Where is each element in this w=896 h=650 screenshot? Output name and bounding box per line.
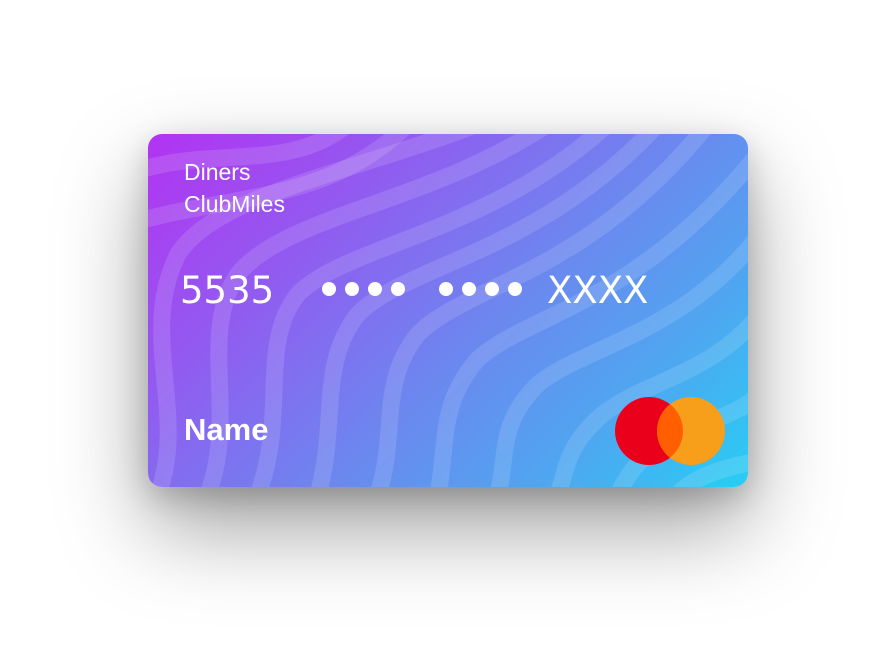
credit-card[interactable]: Diners ClubMiles 5535 XXXX Name bbox=[148, 134, 748, 487]
stage: Diners ClubMiles 5535 XXXX Name bbox=[0, 0, 896, 650]
mastercard-logo-icon bbox=[615, 397, 725, 465]
bank-name-line1: Diners bbox=[184, 159, 251, 185]
card-number-last-group: XXXX bbox=[547, 269, 649, 312]
mask-dot bbox=[462, 282, 476, 296]
card-number-masked-group-1 bbox=[322, 279, 405, 299]
bank-name-line2: ClubMiles bbox=[184, 191, 285, 217]
mask-dot bbox=[485, 282, 499, 296]
card-number-first-group: 5535 bbox=[180, 269, 275, 312]
card-number: 5535 XXXX bbox=[180, 268, 700, 314]
mask-dot bbox=[391, 282, 405, 296]
card-holder-name: Name bbox=[184, 412, 269, 447]
card-number-masked-group-2 bbox=[439, 279, 522, 299]
mask-dot bbox=[439, 282, 453, 296]
mask-dot bbox=[322, 282, 336, 296]
mask-dot bbox=[368, 282, 382, 296]
bank-name: Diners ClubMiles bbox=[184, 156, 384, 220]
mask-dot bbox=[508, 282, 522, 296]
mask-dot bbox=[345, 282, 359, 296]
